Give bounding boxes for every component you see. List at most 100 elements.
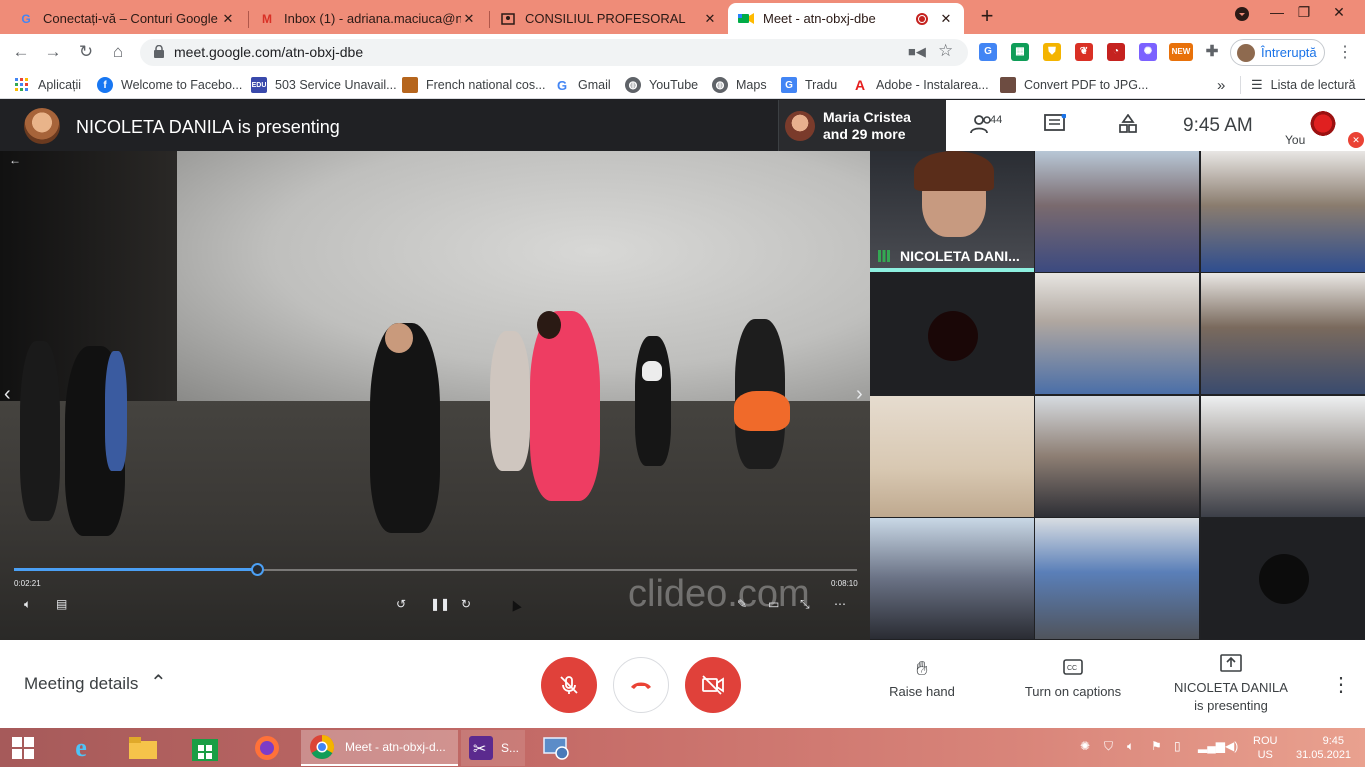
video-more-icon[interactable]: ⋯ [834,597,846,611]
tab-meet[interactable]: Meet - atn-obxj-dbe ✕ [728,3,964,34]
activities-icon[interactable] [1118,113,1138,140]
window-close-icon[interactable]: ✕ [1325,2,1353,24]
close-icon[interactable]: ✕ [938,11,954,27]
raise-hand-button[interactable]: ✋︎ Raise hand [888,658,956,699]
presenter-name: NICOLETA DANILA [1174,680,1288,695]
internet-explorer-icon[interactable]: e [61,732,101,764]
bookmarks-more-button[interactable]: » [1217,76,1225,94]
extensions-puzzle-icon[interactable]: ✚ [1203,43,1221,61]
windows-start-icon[interactable] [3,732,43,764]
tray-volume-icon[interactable]: 🔈︎ [1127,739,1134,754]
exit-fullscreen-icon[interactable]: ⤡ [800,597,810,612]
camera-in-use-icon[interactable]: ■◀ [908,44,926,60]
pen-icon[interactable]: ✎ [737,597,747,611]
bookmark-503[interactable]: EDU 503 Service Unavail... [251,76,397,94]
store-icon[interactable] [185,732,225,764]
participant-tile[interactable] [1035,151,1199,272]
bookmark-french-costume[interactable]: French national cos... [402,76,546,94]
reload-icon[interactable]: ↻ [75,41,97,63]
chat-icon[interactable] [1044,113,1067,140]
bookmark-youtube[interactable]: ◍ YouTube [625,76,698,94]
subtitles-icon[interactable]: ▤ [56,597,67,611]
participant-hair [914,151,994,191]
forward-30-icon[interactable]: ↻ [461,597,471,611]
participant-tile[interactable] [1035,273,1199,394]
translate-extension-icon[interactable]: G [979,43,997,61]
participant-tile[interactable]: NICOLETA DANI... [870,151,1034,272]
shield-extension-icon[interactable]: ⛊ [1043,43,1061,61]
sheets-extension-icon[interactable]: ▦ [1011,43,1029,61]
leaf-extension-icon[interactable]: ❦ [1075,43,1093,61]
tab-search-icon[interactable] [1228,6,1256,28]
file-explorer-icon[interactable] [123,732,163,764]
tab-google-accounts[interactable]: G Conectați-vă – Conturi Google ✕ [8,3,246,34]
bookmark-facebook[interactable]: f Welcome to Facebo... [97,76,242,94]
picture-in-picture-icon[interactable]: ▭ [768,597,779,611]
input-language[interactable]: ROU US [1253,734,1277,762]
firefox-icon[interactable] [247,732,287,764]
rewind-10-icon[interactable]: ↺ [396,597,406,611]
close-icon[interactable]: ✕ [220,11,236,27]
chevron-up-icon[interactable]: ⌃ [150,670,167,695]
browser-menu-icon[interactable]: ⋮ [1337,42,1353,62]
participant-tile[interactable] [870,273,1034,394]
bookmark-apps[interactable]: Aplicații [14,76,81,94]
dancer-head [537,311,561,339]
bookmark-star-icon[interactable]: ☆ [938,41,953,61]
participant-tile[interactable] [1201,396,1365,517]
collapse-arrow-icon[interactable]: ← [9,153,21,167]
present-now-button[interactable]: NICOLETA DANILA is presenting [1170,654,1292,713]
back-icon[interactable]: ← [10,41,32,63]
remote-desktop-icon[interactable] [536,732,576,764]
bookmark-gmail[interactable]: G Gmail [554,76,611,94]
presentation-video[interactable]: ← ‹ › clideo.com 0:02:21 0:08:10 🔈︎ ▤ ↺ … [0,151,870,640]
participant-tile[interactable] [1201,518,1365,639]
close-icon[interactable]: ✕ [702,11,718,27]
snowflake-extension-icon[interactable]: ✺ [1139,43,1157,61]
address-bar[interactable]: meet.google.com/atn-obxj-dbe ■◀ ☆ [140,39,968,66]
chart-extension-icon[interactable]: ◔ [1107,43,1125,61]
more-options-icon[interactable]: ⋮ [1331,672,1351,697]
minimize-icon[interactable]: — [1263,2,1291,24]
tab-inbox[interactable]: M Inbox (1) - adriana.maciuca@nifv ✕ [249,3,487,34]
tray-speaker-icon[interactable]: ◀︎) [1225,739,1238,753]
previous-arrow-icon[interactable]: ‹ [4,383,11,406]
tray-flag-icon[interactable]: ⚑ [1151,739,1162,753]
participant-chip[interactable]: Maria Cristea and 29 more [778,100,946,151]
bookmark-maps[interactable]: ◍ Maps [712,76,767,94]
meeting-details-button[interactable]: Meeting details [24,674,138,694]
taskbar-chrome-meet[interactable]: Meet - atn-obxj-d... [301,730,458,766]
participant-tile[interactable] [870,396,1034,517]
reading-list-button[interactable]: ☰ Lista de lectură [1240,76,1355,94]
close-icon[interactable]: ✕ [461,11,477,27]
tray-snowflake-icon[interactable]: ✺ [1080,739,1090,753]
new-extension-icon[interactable]: NEW [1169,43,1193,61]
profile-paused-button[interactable]: Întreruptă [1230,39,1325,66]
bookmark-adobe[interactable]: A Adobe - Instalarea... [852,76,989,94]
system-clock[interactable]: 9:45 31.05.2021 [1296,734,1351,762]
tray-battery-icon[interactable]: ▯ [1174,739,1181,753]
volume-icon[interactable]: 🔈︎ [24,597,31,612]
tray-network-icon[interactable]: ▂▄▆ [1198,739,1225,753]
captions-button[interactable]: CC Turn on captions [1018,658,1128,699]
participant-tile[interactable] [1201,151,1365,272]
restore-icon[interactable]: ❐ [1290,2,1318,24]
microphone-off-button[interactable] [541,657,597,713]
participant-tile[interactable] [1201,273,1365,394]
new-tab-button[interactable]: + [976,5,998,28]
tray-shield-icon[interactable]: ⛉ [1104,739,1113,754]
bookmark-convert-pdf[interactable]: Convert PDF to JPG... [1000,76,1148,94]
forward-icon[interactable]: → [42,41,64,63]
taskbar-snip[interactable]: ✂ S... [461,730,525,766]
pause-icon[interactable]: ❚❚ [430,597,450,611]
tab-consiliul[interactable]: CONSILIUL PROFESORAL ✕ [490,3,728,34]
next-arrow-icon[interactable]: › [856,383,863,406]
leave-call-button[interactable] [613,657,669,713]
bookmark-tradu[interactable]: G Tradu [781,76,837,94]
home-icon[interactable]: ⌂ [107,41,129,63]
participant-tile[interactable] [1035,396,1199,517]
participant-tile[interactable] [1035,518,1199,639]
video-progress-handle[interactable] [251,563,264,576]
camera-off-button[interactable] [685,657,741,713]
participant-tile[interactable] [870,518,1034,639]
